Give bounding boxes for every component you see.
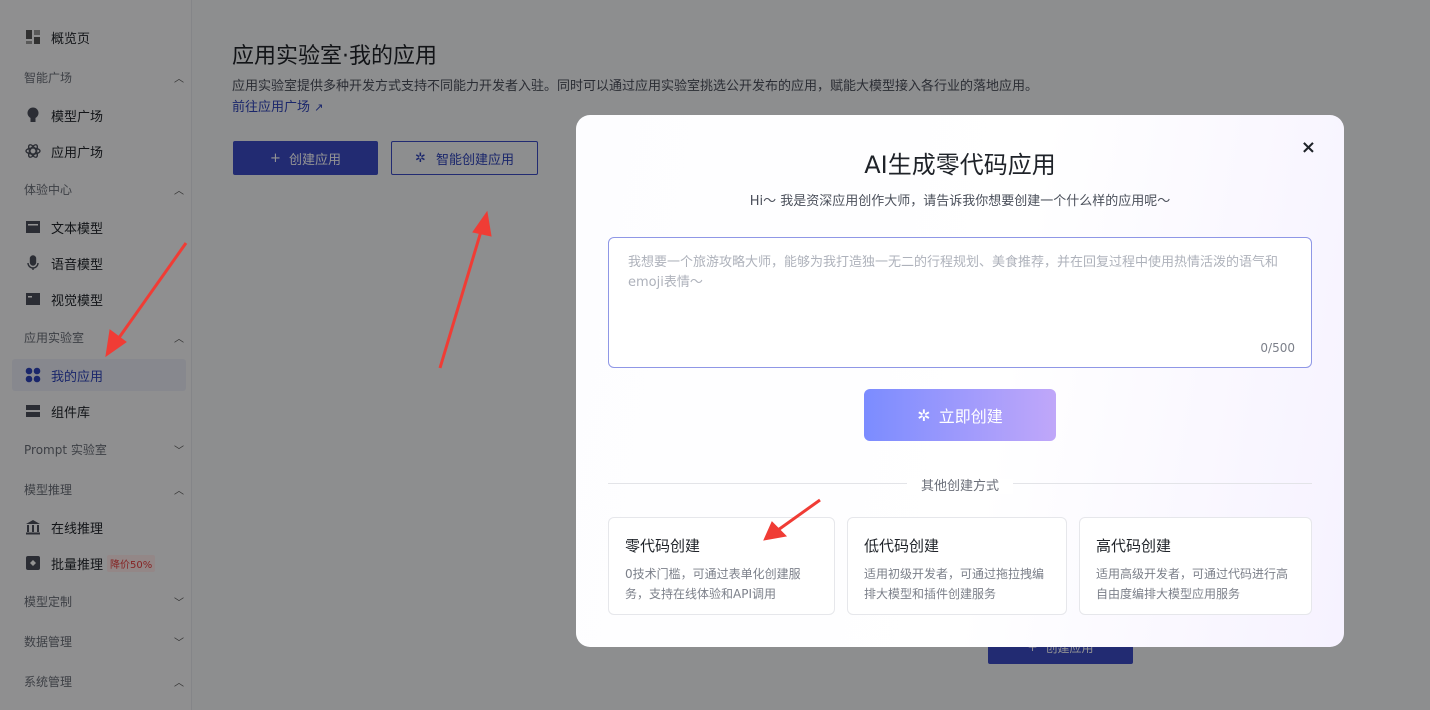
arrow-to-zero-code — [777, 498, 821, 532]
arrow-to-my-apps — [114, 242, 188, 343]
arrow-head — [472, 210, 492, 237]
arrow-head — [763, 521, 788, 541]
annotation-arrows — [105, 210, 821, 541]
arrow-to-smart-create — [438, 227, 484, 369]
